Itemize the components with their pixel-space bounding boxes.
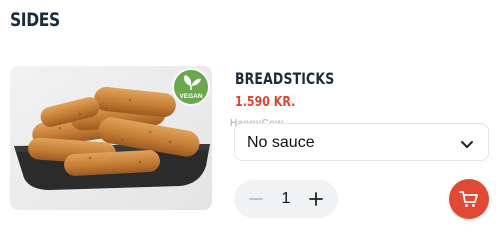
sauce-select-value: No sauce: [247, 134, 315, 151]
increase-quantity-button[interactable]: [300, 180, 332, 218]
quantity-stepper: 1: [234, 180, 338, 218]
cart-icon: [459, 191, 478, 207]
leaf-icon: VEGAN: [172, 68, 210, 106]
vegan-label: VEGAN: [179, 93, 202, 100]
add-to-cart-button[interactable]: [449, 179, 489, 219]
plus-icon: [309, 192, 323, 206]
quantity-value: 1: [281, 190, 291, 207]
product-name: BREADSTICKS: [235, 69, 335, 88]
sauce-select[interactable]: No sauce: [234, 123, 489, 161]
section-title: SIDES: [10, 9, 60, 31]
minus-icon: [249, 198, 263, 200]
vegan-badge: VEGAN: [172, 68, 210, 106]
product-price: 1.590 KR.: [235, 95, 296, 110]
decrease-quantity-button[interactable]: [240, 180, 272, 218]
chevron-down-icon: [460, 137, 474, 155]
